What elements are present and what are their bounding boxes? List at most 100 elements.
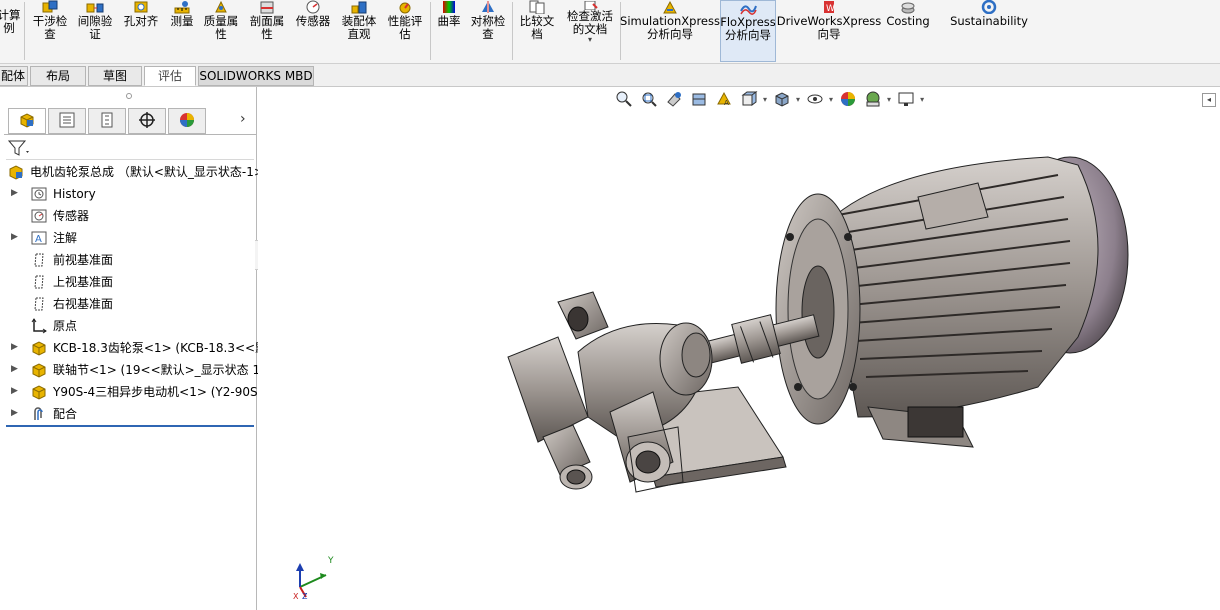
sensor-icon (304, 0, 322, 14)
tree-item-mates[interactable]: ▶ 配合 (0, 403, 256, 425)
mates-icon (31, 406, 47, 422)
expand-arrow-icon[interactable]: ▶ (11, 188, 18, 198)
simulationxpress-icon (661, 0, 679, 14)
sensor-button[interactable]: 传感器 (292, 0, 334, 62)
filter-icon[interactable] (7, 139, 32, 159)
curvature-button[interactable]: 曲率 (433, 0, 465, 62)
clearance-verify-button[interactable]: 间隙验 证 (74, 0, 116, 62)
expand-arrow-icon[interactable]: ▶ (11, 364, 18, 374)
tab-featuremanager[interactable] (8, 108, 46, 134)
performance-evaluation-button[interactable]: 性能评 估 (384, 0, 426, 62)
plane-icon (31, 274, 47, 290)
expand-arrow-icon[interactable]: ▶ (11, 386, 18, 396)
costing-icon (899, 0, 917, 14)
tab-displaymanager[interactable] (168, 108, 206, 134)
tree-root-assembly[interactable]: 电机齿轮泵总成 （默认<默认_显示状态-1> (0, 161, 264, 183)
tab-evaluate[interactable]: 评估 (144, 66, 196, 86)
svg-text:W: W (826, 4, 835, 14)
measure-icon (173, 0, 191, 14)
floxpress-button[interactable]: FloXpress 分析向导 (720, 0, 776, 62)
ribbon-separator (430, 2, 431, 60)
tab-propertymanager[interactable] (48, 108, 86, 134)
calc-button[interactable]: 计算 例 (0, 0, 21, 62)
model-viewport (507, 156, 1129, 493)
tree-item-origin[interactable]: 原点 (0, 315, 256, 337)
measure-button[interactable]: 测量 (166, 0, 198, 62)
expand-arrow-icon[interactable]: ▶ (11, 342, 18, 352)
interference-check-button[interactable]: 干涉检 查 (30, 0, 70, 62)
chevron-down-icon[interactable]: ▾ (588, 36, 592, 44)
tree-item-motor[interactable]: ▶ Y90S-4三相异步电动机<1> (Y2-90S- (0, 381, 262, 403)
sustainability-icon (980, 0, 998, 15)
crosshair-icon (138, 111, 156, 132)
origin-icon (31, 318, 47, 334)
assembly-icon (8, 164, 24, 180)
display-manager-icon (178, 111, 196, 132)
compare-documents-icon (528, 0, 546, 15)
triad-x-label: X (293, 592, 299, 601)
mass-properties-icon (212, 0, 230, 14)
part-icon (31, 340, 47, 356)
panel-tabs: › (4, 107, 256, 135)
tree-item-coupling[interactable]: ▶ 联轴节<1> (19<<默认>_显示状态 1 (0, 359, 260, 381)
tree-item-history[interactable]: ▶ History (0, 183, 256, 205)
tab-layout[interactable]: 布局 (30, 66, 86, 86)
simulationxpress-button[interactable]: SimulationXpress 分析向导 (620, 0, 720, 62)
driveworksxpress-button[interactable]: W DriveWorksXpress 向导 (777, 0, 881, 62)
assembly-visualization-button[interactable]: 装配体 直观 (338, 0, 380, 62)
triad-y-label: Y (327, 556, 334, 566)
clearance-verify-icon (86, 0, 104, 14)
property-list-icon (58, 112, 76, 131)
costing-button[interactable]: Costing (880, 0, 936, 62)
tab-assembly[interactable]: 配体 (0, 66, 28, 86)
driveworksxpress-icon: W (820, 0, 838, 14)
tree-item-top-plane[interactable]: 上视基准面 (0, 271, 256, 293)
compare-documents-button[interactable]: 比较文 档 (516, 0, 558, 62)
solidworks-window: 计算 例 干涉检 查 间隙验 证 孔对齐 测量 质量属 性 剖面属 性 传感器 … (0, 0, 1220, 610)
filter-bar (6, 136, 254, 160)
command-manager-tabs: 配体 布局 草图 评估 SOLIDWORKS MBD (0, 64, 1220, 87)
ribbon-separator (512, 2, 513, 60)
section-properties-button[interactable]: 剖面属 性 (246, 0, 288, 62)
interference-check-icon (41, 0, 59, 14)
command-manager-ribbon: 计算 例 干涉检 查 间隙验 证 孔对齐 测量 质量属 性 剖面属 性 传感器 … (0, 0, 1220, 64)
check-active-document-button[interactable]: 检查激活 的文档 ▾ (560, 0, 620, 62)
annotations-icon: A (31, 230, 47, 246)
panel-grip-handle[interactable] (126, 93, 132, 99)
tree-item-gear-pump[interactable]: ▶ KCB-18.3齿轮泵<1> (KCB-18.3<<默 (0, 337, 267, 359)
tree-item-sensors[interactable]: 传感器 (0, 205, 256, 227)
plane-icon (31, 296, 47, 312)
hole-align-icon (132, 0, 150, 14)
symmetry-check-button[interactable]: 对称检 查 (467, 0, 509, 62)
check-active-document-icon (581, 0, 599, 11)
symmetry-check-icon (479, 0, 497, 14)
floxpress-icon (739, 1, 757, 15)
expand-arrow-icon[interactable]: ▶ (11, 408, 18, 418)
tab-sketch[interactable]: 草图 (88, 66, 142, 86)
ribbon-separator (24, 2, 25, 60)
svg-text:A: A (35, 234, 42, 245)
part-icon (31, 384, 47, 400)
history-icon (31, 186, 47, 202)
sustainability-button[interactable]: Sustainability (944, 0, 1034, 62)
calculator-icon (0, 0, 18, 14)
triad-z-label: Z (302, 592, 308, 601)
tree-item-right-plane[interactable]: 右视基准面 (0, 293, 256, 315)
graphics-area[interactable]: A ▾ ▾ ▾ ▾ ▾ ◂ Y X Z (258, 87, 1220, 610)
expand-arrow-icon[interactable]: ▶ (11, 232, 18, 242)
feature-manager-panel: › 电机齿轮泵总成 （默认<默认_显示状态-1> ▶ History 传感器 ▶… (0, 87, 267, 610)
tree-item-annotations[interactable]: ▶ A 注解 (0, 227, 256, 249)
tab-dimxpertmanager[interactable] (128, 108, 166, 134)
electric-motor[interactable] (775, 156, 1129, 448)
tree-root-label: 电机齿轮泵总成 （默认<默认_显示状态-1> (30, 165, 264, 179)
mass-properties-button[interactable]: 质量属 性 (200, 0, 242, 62)
tree-item-front-plane[interactable]: 前视基准面 (0, 249, 256, 271)
chevron-right-icon[interactable]: › (240, 111, 246, 127)
tab-solidworks-mbd[interactable]: SOLIDWORKS MBD (198, 66, 314, 86)
performance-evaluation-icon (396, 0, 414, 14)
tab-configurationmanager[interactable] (88, 108, 126, 134)
assembly-icon (18, 111, 36, 132)
rollback-bar[interactable] (6, 425, 254, 427)
assembly-visualization-icon (350, 0, 368, 14)
hole-align-button[interactable]: 孔对齐 (120, 0, 162, 62)
